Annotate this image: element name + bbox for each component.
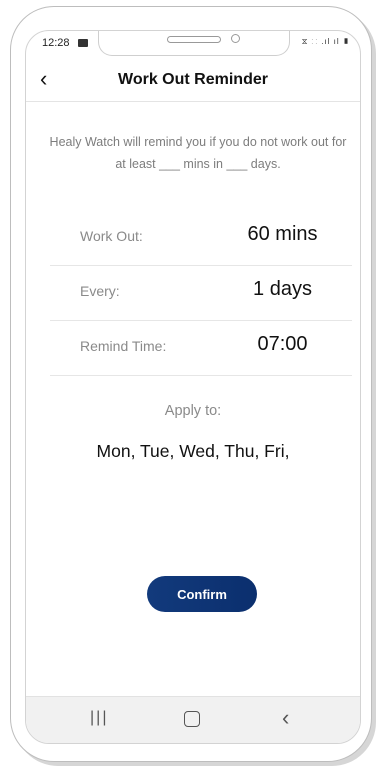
- remind-time-label: Remind Time:: [80, 338, 167, 354]
- gallery-icon: [78, 39, 88, 47]
- remind-time-row[interactable]: Remind Time: 07:00: [50, 321, 352, 376]
- reminder-description: Healy Watch will remind you if you do no…: [49, 135, 347, 171]
- phone-screen: 12:28 ⧖ ⸬ .ıl ıl ▮ ‹ Work Out Reminder H…: [25, 30, 361, 744]
- workout-value[interactable]: 60 mins: [220, 223, 345, 246]
- status-bar: 12:28 ⧖ ⸬ .ıl ıl ▮: [26, 31, 360, 59]
- status-time: 12:28: [42, 37, 70, 49]
- every-label: Every:: [80, 283, 120, 299]
- workout-duration-row[interactable]: Work Out: 60 mins: [50, 211, 352, 266]
- camera-notch: [98, 31, 290, 56]
- confirm-button[interactable]: Confirm: [147, 576, 257, 612]
- apply-days-value[interactable]: Mon, Tue, Wed, Thu, Fri,: [26, 441, 360, 462]
- recent-apps-icon[interactable]: |||: [90, 709, 108, 727]
- apply-to-label: Apply to:: [164, 403, 222, 419]
- android-nav-bar: ||| ‹: [26, 696, 360, 743]
- camera-icon: [231, 34, 240, 43]
- speaker-icon: [167, 36, 221, 43]
- page-title: Work Out Reminder: [118, 71, 268, 88]
- signal-battery-icons: ⧖ ⸬ .ıl ıl ▮: [301, 37, 350, 46]
- workout-label: Work Out:: [80, 228, 143, 244]
- nav-back-icon[interactable]: ‹: [282, 705, 289, 731]
- every-value[interactable]: 1 days: [220, 278, 345, 301]
- every-days-row[interactable]: Every: 1 days: [50, 266, 352, 321]
- header-bar: ‹ Work Out Reminder: [26, 59, 360, 102]
- home-icon[interactable]: [184, 711, 200, 727]
- remind-time-value[interactable]: 07:00: [220, 333, 345, 356]
